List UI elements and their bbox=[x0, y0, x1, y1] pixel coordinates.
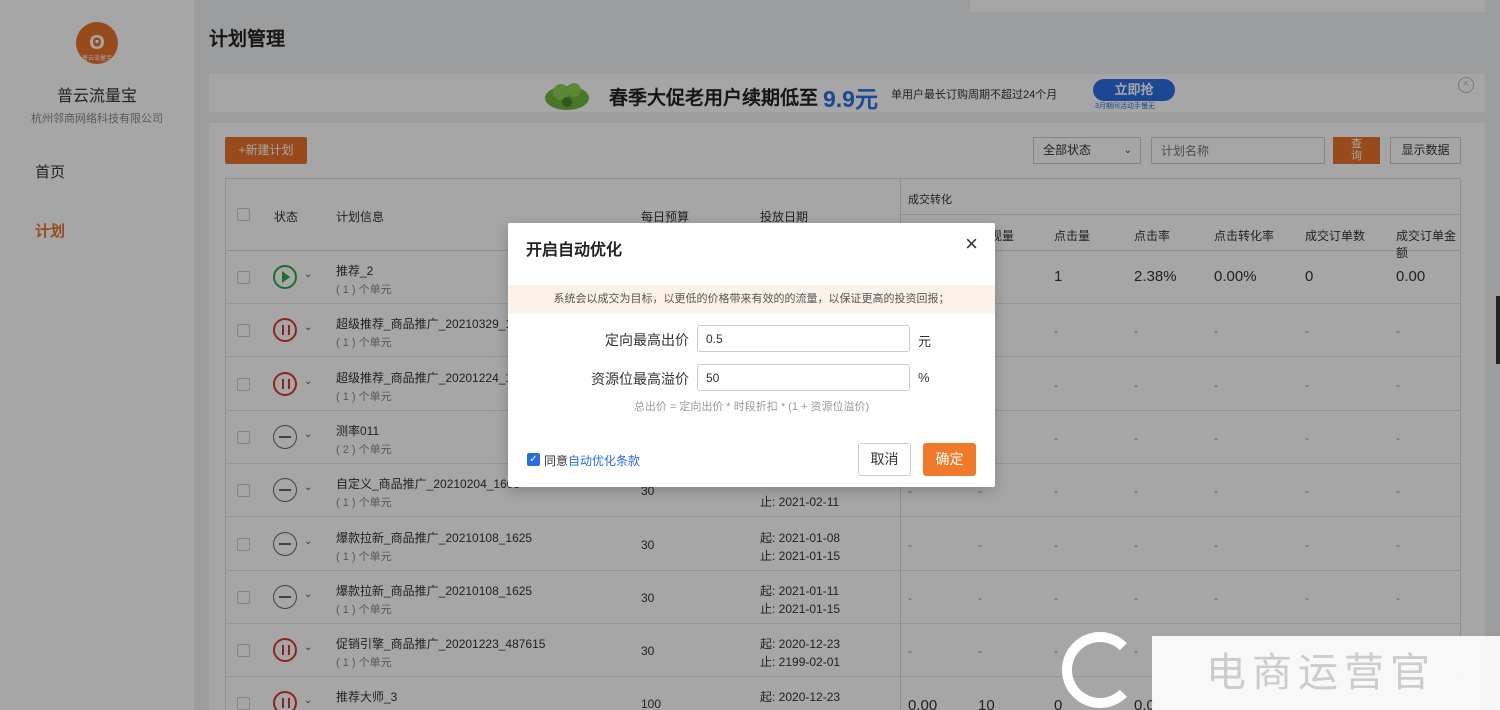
scrollbar[interactable] bbox=[1496, 296, 1500, 364]
agree-checkbox[interactable]: ✓ bbox=[527, 453, 540, 466]
bid-formula: 总出价 = 定向出价 * 时段折扣 * (1 + 资源位溢价) bbox=[633, 401, 870, 413]
max-premium-unit: % bbox=[918, 370, 930, 385]
close-icon[interactable]: × bbox=[965, 231, 978, 257]
max-bid-label: 定向最高出价 bbox=[605, 332, 689, 348]
terms-link[interactable]: 自动优化条款 bbox=[568, 454, 640, 468]
agree-label: 同意自动优化条款 bbox=[544, 452, 640, 469]
auto-optimize-dialog: 开启自动优化 × 系统会以成交为目标，以更低的价格带来有效的的流量，以保证更高的… bbox=[508, 223, 995, 487]
agree-prefix: 同意 bbox=[544, 454, 569, 468]
max-bid-input[interactable] bbox=[697, 325, 910, 352]
dialog-title: 开启自动优化 bbox=[526, 242, 623, 259]
max-premium-label: 资源位最高溢价 bbox=[591, 371, 689, 387]
max-premium-input[interactable] bbox=[697, 364, 910, 391]
watermark-logo-icon bbox=[1062, 632, 1138, 708]
confirm-button[interactable]: 确定 bbox=[923, 443, 976, 476]
watermark-text: 电商运营官 bbox=[1152, 636, 1500, 710]
max-bid-unit: 元 bbox=[918, 334, 932, 349]
watermark: 电商运营官 bbox=[1062, 630, 1500, 710]
dialog-notice: 系统会以成交为目标，以更低的价格带来有效的的流量，以保证更高的投资回报； bbox=[508, 285, 995, 313]
cancel-button[interactable]: 取消 bbox=[858, 443, 911, 476]
